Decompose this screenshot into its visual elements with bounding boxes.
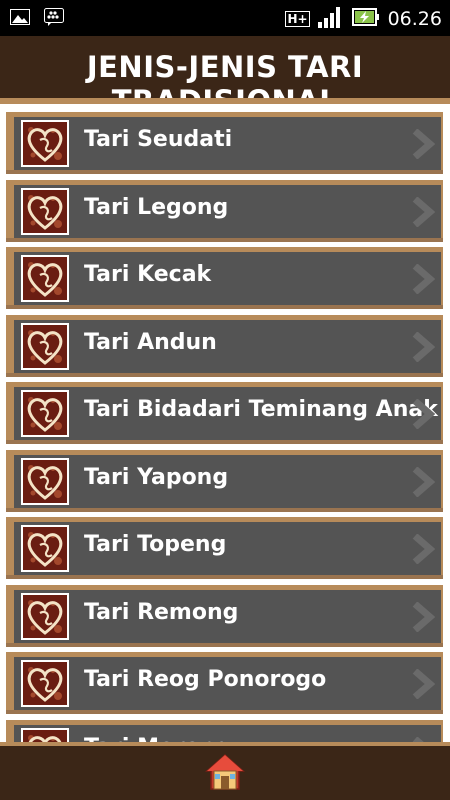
battery-charging-icon [351,7,380,31]
list-item-divider [6,170,443,174]
heart-love-icon [21,660,69,707]
list-item-label: Tari Reog Ponorogo [84,667,327,692]
status-bar: H+ 06.26 [0,0,450,36]
list-item-body: Tari Reog Ponorogo [14,657,441,710]
list-item-divider [6,372,443,377]
list-item-body: Tari Andun [14,319,441,373]
list-item-divider [6,305,443,309]
app-header: JENIS-JENIS TARI TRADISIONAL [0,36,450,98]
heart-love-icon [21,187,69,235]
list-item[interactable]: Tari Yapong [6,449,443,512]
list-item-divider [6,237,443,242]
list-item[interactable]: Tari Remong [6,584,443,647]
chevron-right-icon [411,600,436,636]
list-item[interactable]: Tari Legong [6,179,443,242]
list-item-divider [6,575,443,579]
list-item-label: Tari Andun [84,329,217,355]
heart-love-icon [21,457,69,505]
list-item-body: Tari Legong [14,184,441,238]
list-item-divider [6,710,443,714]
heart-love-icon [21,592,69,640]
list-item-body: Tari Seudati [14,117,441,170]
heart-love-icon [21,120,69,167]
signal-icon [317,6,344,32]
heart-love-icon [21,390,69,437]
chevron-right-icon [411,263,436,298]
dance-list[interactable]: Tari Seudati Tari Legong Tari Kecak Tari An… [0,104,450,746]
bbm-icon [44,8,64,30]
chevron-right-icon [411,128,436,163]
list-item-label: Tari Yapong [84,464,229,490]
list-item-label: Tari Topeng [84,532,227,557]
list-item[interactable]: Tari Andun [6,314,443,377]
heart-love-icon [21,525,69,572]
list-item-divider [6,440,443,444]
chevron-right-icon [411,398,436,433]
heart-love-icon [21,322,69,370]
status-time: 06.26 [387,8,442,30]
list-item[interactable]: Tari Topeng [6,517,443,579]
list-item-label: Tari Remong [84,599,239,625]
home-icon[interactable] [205,752,245,796]
list-item-label: Tari Bidadari Teminang Anak [84,397,438,422]
list-item-divider [6,507,443,512]
list-item-divider [6,642,443,647]
chevron-right-icon [411,195,436,231]
chevron-right-icon [411,465,436,501]
list-item-body: Tari Bidadari Teminang Anak [14,387,441,440]
chevron-right-icon [411,668,436,703]
list-item-body: Tari Topeng [14,522,441,575]
list-item[interactable]: Tari Seudati [6,112,443,174]
network-hplus-icon: H+ [285,11,310,27]
chevron-right-icon [411,533,436,568]
list-item-body: Tari Yapong [14,454,441,508]
list-item-label: Tari Kecak [84,262,212,287]
list-item-label: Tari Legong [84,194,229,220]
list-item[interactable]: Tari Reog Ponorogo [6,652,443,714]
chevron-right-icon [411,330,436,366]
list-item-body: Tari Kecak [14,252,441,305]
list-item-body: Tari Remong [14,589,441,643]
heart-love-icon [21,255,69,302]
page-title: JENIS-JENIS TARI TRADISIONAL [86,50,364,98]
gallery-icon [10,9,30,29]
list-item-label: Tari Seudati [84,127,233,152]
list-item[interactable]: Tari Bidadari Teminang Anak [6,382,443,444]
list-item[interactable]: Tari Kecak [6,247,443,309]
